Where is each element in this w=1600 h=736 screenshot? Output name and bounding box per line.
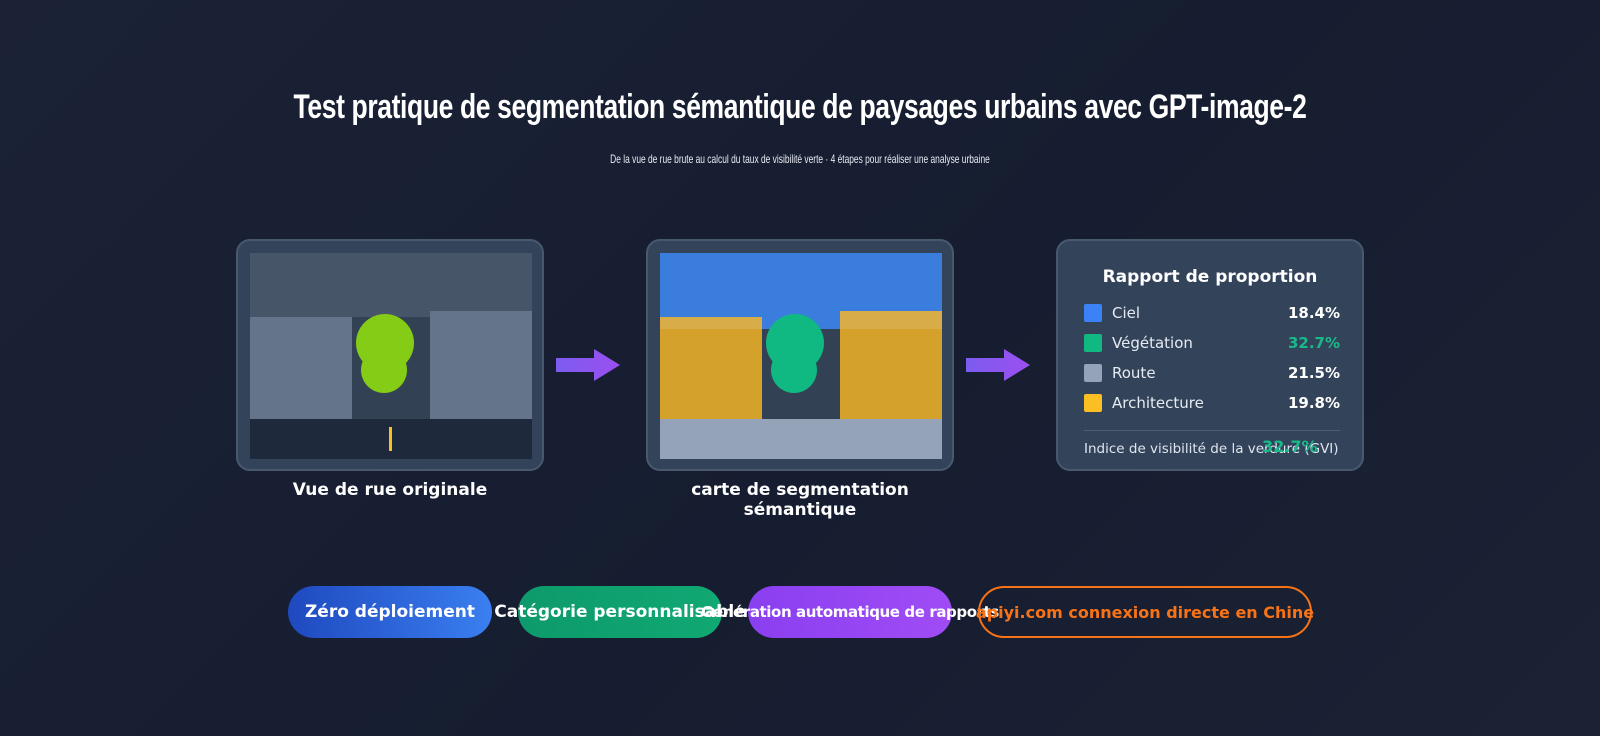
legend-value: 32.7%	[1287, 334, 1340, 352]
segment-building-left	[660, 317, 762, 419]
proportion-report-panel: Rapport de proportion Ciel 18.4% Végétat…	[1056, 239, 1364, 471]
legend-value: 18.4%	[1287, 304, 1340, 322]
sky-area	[250, 253, 532, 317]
segment-building-right-top	[840, 311, 942, 329]
tree-crown-bottom	[361, 347, 407, 393]
building-right	[430, 311, 532, 419]
feature-pill-custom-category: Catégorie personnalisable	[494, 586, 746, 638]
legend-row-architecture: Architecture 19.8%	[1084, 393, 1340, 413]
building-left	[250, 317, 352, 419]
legend-row-vegetation: Végétation 32.7%	[1084, 333, 1340, 353]
legend-swatch	[1084, 304, 1102, 322]
legend-swatch	[1084, 394, 1102, 412]
feature-pill-auto-report: Génération automatique de rapports	[701, 586, 999, 638]
legend-swatch	[1084, 364, 1102, 382]
arrow-right-icon	[966, 349, 1030, 381]
original-street-view-panel	[236, 239, 544, 471]
legend-name: Route	[1112, 364, 1156, 382]
legend-row-sky: Ciel 18.4%	[1084, 303, 1340, 323]
page-title: Test pratique de segmentation sémantique…	[293, 88, 1307, 126]
report-divider	[1084, 430, 1340, 431]
legend-name: Végétation	[1112, 334, 1193, 352]
segment-tree-crown-bottom	[771, 347, 817, 393]
report-title: Rapport de proportion	[1102, 267, 1318, 287]
segmentation-map-image	[660, 253, 942, 459]
segment-building-left-top	[660, 317, 762, 329]
legend-value: 21.5%	[1287, 364, 1340, 382]
gvi-value: 32.7%	[1262, 437, 1318, 456]
legend-swatch	[1084, 334, 1102, 352]
arrow-right-icon	[556, 349, 620, 381]
legend-name: Ciel	[1112, 304, 1141, 322]
segment-road	[660, 419, 942, 459]
legend-row-road: Route 21.5%	[1084, 363, 1340, 383]
segmentation-map-panel	[646, 239, 954, 471]
legend-value: 19.8%	[1287, 394, 1340, 412]
road-marking	[389, 427, 392, 451]
original-street-view-image	[250, 253, 532, 459]
segmentation-map-label: carte de segmentation sémantique	[691, 480, 909, 520]
page-subtitle: De la vue de rue brute au calcul du taux…	[610, 152, 990, 166]
feature-pill-zero-deployment: Zéro déploiement	[288, 586, 492, 638]
original-street-view-label: Vue de rue originale	[292, 480, 488, 500]
feature-pill-apiyi-link[interactable]: apiyi.com connexion directe en Chine	[976, 586, 1314, 638]
legend-name: Architecture	[1112, 394, 1204, 412]
